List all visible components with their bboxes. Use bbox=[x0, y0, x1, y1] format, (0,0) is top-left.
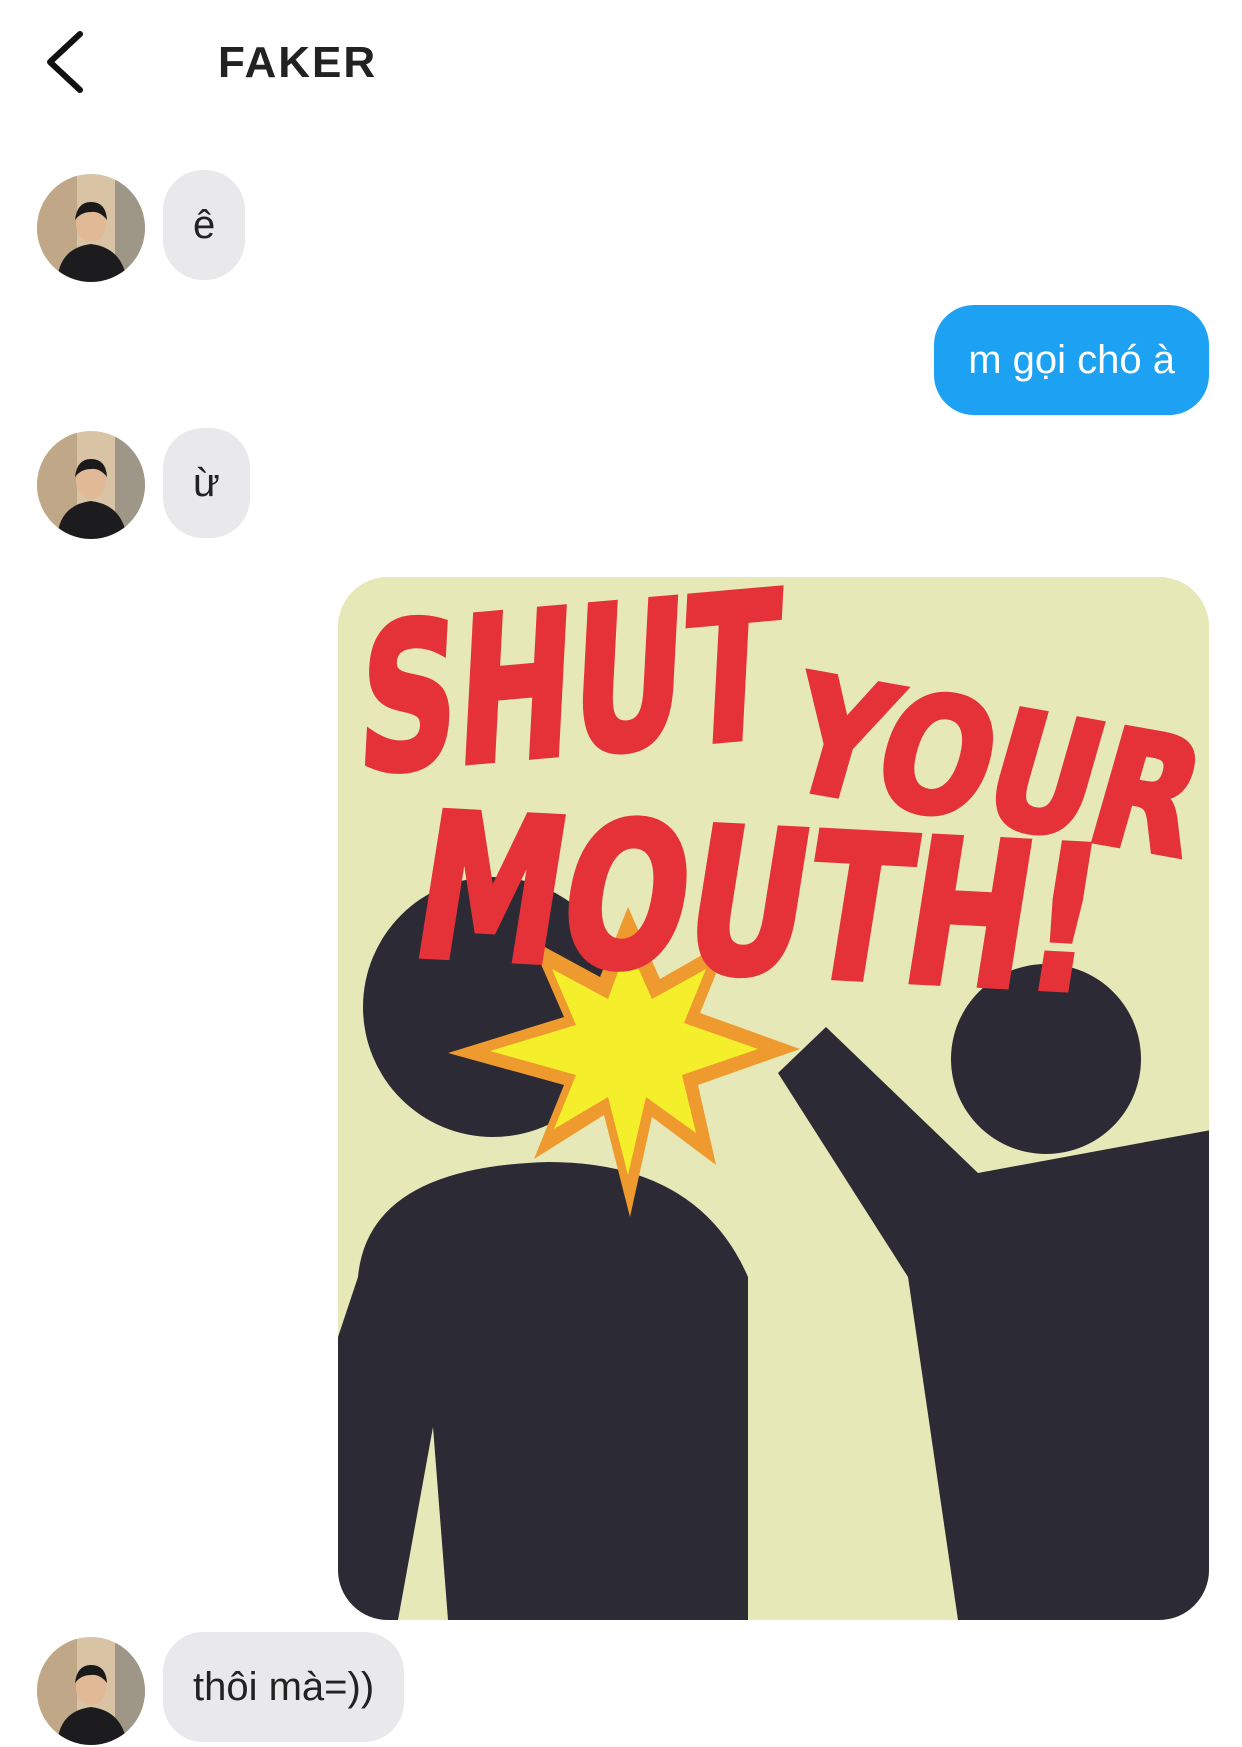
svg-text:MOUTH!: MOUTH! bbox=[400, 772, 1116, 1038]
message-bubble-outgoing[interactable]: m gọi chó à bbox=[934, 305, 1209, 415]
chat-header: FAKER bbox=[0, 0, 1242, 130]
contact-name[interactable]: FAKER bbox=[218, 38, 377, 88]
person-avatar-image bbox=[37, 174, 145, 282]
contact-avatar[interactable] bbox=[37, 1637, 145, 1745]
person-avatar-image bbox=[37, 1637, 145, 1745]
person-avatar-image bbox=[37, 431, 145, 539]
message-image[interactable]: SHUT YOUR MOUTH! bbox=[338, 577, 1209, 1620]
contact-avatar[interactable] bbox=[37, 431, 145, 539]
contact-avatar[interactable] bbox=[37, 174, 145, 282]
message-bubble-incoming[interactable]: ừ bbox=[163, 428, 250, 538]
message-bubble-incoming[interactable]: ê bbox=[163, 170, 246, 280]
chevron-left-icon bbox=[47, 31, 83, 93]
message-bubble-incoming[interactable]: thôi mà=)) bbox=[163, 1632, 405, 1742]
shut-your-mouth-poster: SHUT YOUR MOUTH! bbox=[338, 577, 1209, 1620]
back-button[interactable] bbox=[30, 22, 100, 102]
